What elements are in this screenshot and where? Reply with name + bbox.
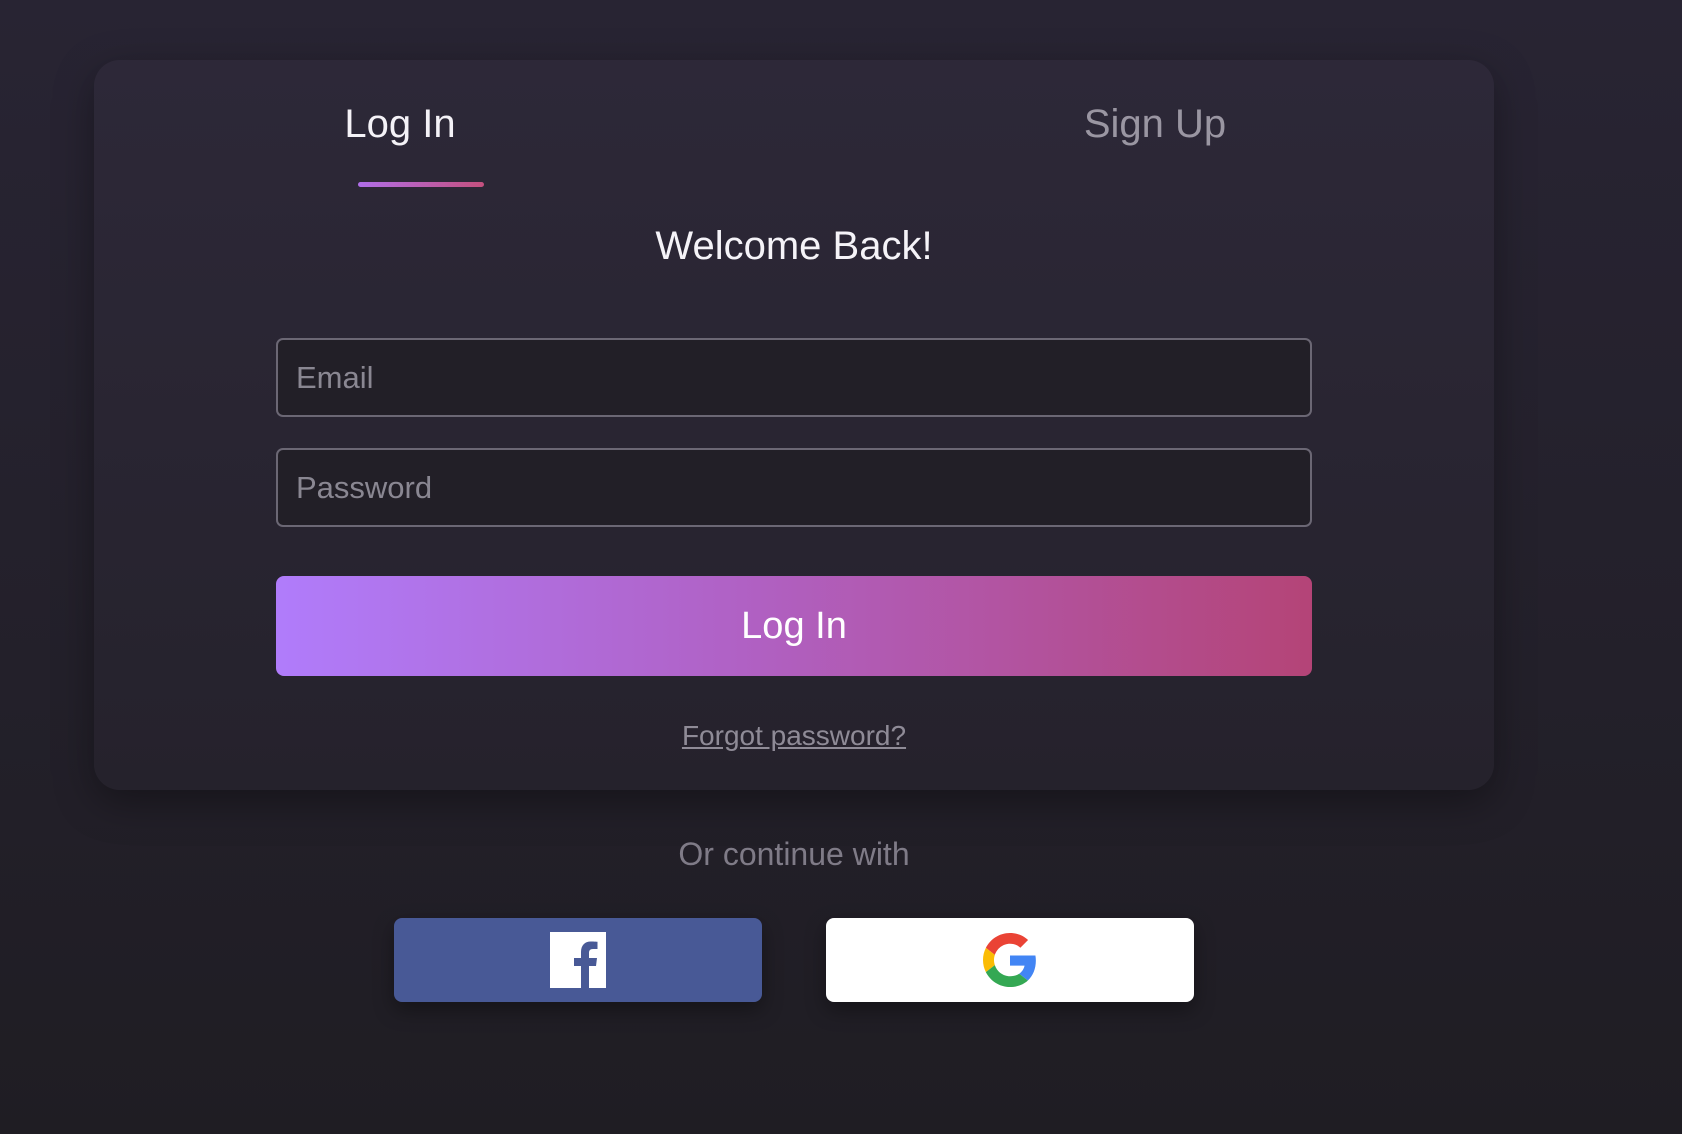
- forgot-password-wrapper: Forgot password?: [94, 720, 1494, 752]
- email-field[interactable]: [276, 338, 1312, 417]
- active-tab-indicator: [358, 182, 484, 187]
- social-divider-text: Or continue with: [678, 836, 910, 872]
- login-button[interactable]: Log In: [276, 576, 1312, 676]
- password-field[interactable]: [276, 448, 1312, 527]
- tab-signup[interactable]: Sign Up: [1060, 104, 1250, 144]
- auth-card: Log In Sign Up Welcome Back! Log In Forg…: [94, 60, 1494, 790]
- facebook-icon: [550, 932, 606, 988]
- facebook-login-button[interactable]: [394, 918, 762, 1002]
- tab-login[interactable]: Log In: [330, 104, 470, 144]
- google-icon: [983, 933, 1036, 987]
- page-title: Welcome Back!: [655, 224, 933, 268]
- google-login-button[interactable]: [826, 918, 1194, 1002]
- forgot-password-link[interactable]: Forgot password?: [682, 720, 906, 751]
